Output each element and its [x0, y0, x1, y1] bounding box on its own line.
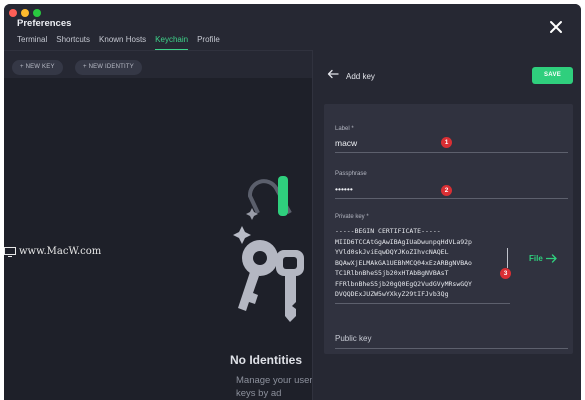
- annotation-badge-2: 2: [441, 185, 452, 196]
- private-key-line: -----BEGIN CERTIFICATE-----: [335, 227, 441, 235]
- passphrase-input[interactable]: ••••••: [335, 184, 353, 194]
- private-key-field-label: Private key *: [335, 214, 369, 220]
- label-field-label: Label *: [335, 126, 354, 132]
- label-input[interactable]: macw: [335, 138, 357, 148]
- tab-bar: Terminal Shortcuts Known Hosts Keychain …: [17, 35, 220, 51]
- zoom-window-button[interactable]: [33, 9, 41, 17]
- file-button[interactable]: File: [529, 254, 557, 263]
- empty-state-title: No Identities: [230, 353, 303, 367]
- private-key-line: YVld0skJviEqwDQYJKoZIhvcNAQEL: [335, 248, 449, 256]
- keys-illustration-icon: [233, 176, 304, 322]
- file-button-label: File: [529, 254, 543, 263]
- tab-terminal[interactable]: Terminal: [17, 35, 47, 44]
- minimize-window-button[interactable]: [21, 9, 29, 17]
- tab-known-hosts[interactable]: Known Hosts: [99, 35, 146, 44]
- add-key-panel: Add key SAVE Label * macw 1 Passphrase •…: [312, 50, 581, 400]
- public-key-label: Public key: [335, 334, 372, 343]
- passphrase-field-label: Passphrase: [335, 171, 367, 177]
- window-title: Preferences: [17, 18, 72, 29]
- public-key-underline[interactable]: [335, 348, 568, 349]
- save-button[interactable]: SAVE: [532, 67, 573, 84]
- preferences-window: Preferences Terminal Shortcuts Known Hos…: [4, 4, 581, 400]
- empty-state-description: Manage your user access keys by ad: [236, 375, 312, 399]
- annotation-badge-3: 3: [500, 268, 511, 279]
- titlebar: Preferences Terminal Shortcuts Known Hos…: [4, 4, 581, 51]
- private-key-line: DVQQDExJUZW5wYXkyZ29tIFJvb3Qg: [335, 290, 449, 298]
- private-key-line: TC1RlbnBheS5jb20xHTAbBgNVBAsT: [335, 269, 449, 277]
- private-key-line: MIID6TCCAtGgAwIBAgIUaDwunpqHdVLa92p: [335, 237, 472, 246]
- tab-profile[interactable]: Profile: [197, 35, 220, 44]
- keychain-toolbar: + NEW KEY + NEW IDENTITY: [4, 50, 312, 78]
- watermark: www.MacW.com: [4, 246, 101, 257]
- identities-list-area: No Identities Manage your user access ke…: [4, 78, 312, 400]
- passphrase-underline: [335, 198, 568, 199]
- new-identity-button[interactable]: + NEW IDENTITY: [75, 60, 142, 75]
- private-key-scrollbar[interactable]: [507, 248, 508, 268]
- monitor-icon: [4, 246, 16, 257]
- private-key-line: FFRlbnBheS5jb20gQ0EgQ2VudGVyMRswGQY: [335, 279, 472, 288]
- private-key-textarea[interactable]: -----BEGIN CERTIFICATE----- MIID6TCCAtGg…: [335, 226, 472, 300]
- arrow-right-icon: [545, 254, 557, 263]
- new-key-button[interactable]: + NEW KEY: [12, 60, 63, 75]
- private-key-underline: [335, 303, 510, 304]
- annotation-badge-1: 1: [441, 137, 452, 148]
- add-key-form: Label * macw 1 Passphrase •••••• 2 Priva…: [324, 104, 573, 354]
- close-icon[interactable]: [547, 18, 565, 36]
- back-arrow-icon[interactable]: [327, 69, 339, 79]
- close-window-button[interactable]: [9, 9, 17, 17]
- tab-shortcuts[interactable]: Shortcuts: [56, 35, 90, 44]
- watermark-text: www.MacW.com: [19, 246, 102, 257]
- label-underline: [335, 152, 568, 153]
- private-key-line: BQAwXjELMAkGA1UEBhMCQ04xEzARBgNVBAo: [335, 258, 472, 267]
- tab-keychain[interactable]: Keychain: [155, 35, 188, 51]
- panel-title: Add key: [346, 72, 375, 81]
